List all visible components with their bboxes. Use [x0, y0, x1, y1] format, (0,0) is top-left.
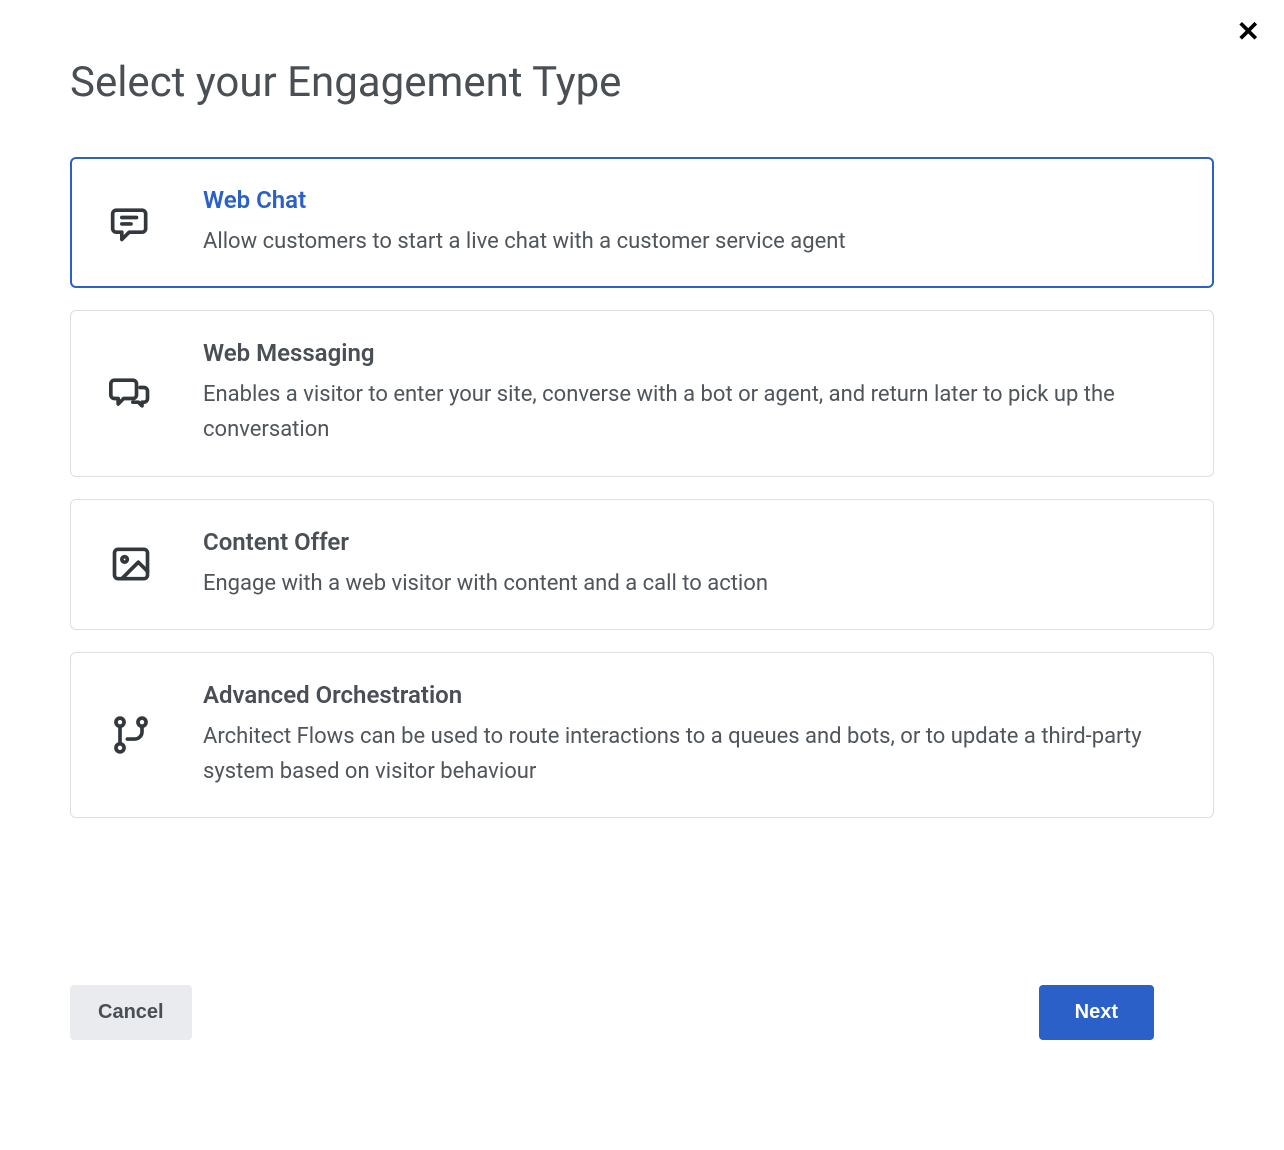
- messaging-icon: [107, 369, 155, 417]
- option-text: Web Messaging Enables a visitor to enter…: [203, 339, 1177, 447]
- option-title: Content Offer: [203, 528, 1177, 556]
- option-web-chat[interactable]: Web Chat Allow customers to start a live…: [70, 157, 1214, 288]
- option-text: Content Offer Engage with a web visitor …: [203, 528, 1177, 601]
- option-title: Web Chat: [203, 186, 1177, 214]
- dialog-container: Select your Engagement Type Web Chat All…: [0, 0, 1284, 858]
- chat-icon: [107, 199, 155, 247]
- option-description: Architect Flows can be used to route int…: [203, 719, 1177, 789]
- option-advanced-orchestration[interactable]: Advanced Orchestration Architect Flows c…: [70, 652, 1214, 818]
- next-button[interactable]: Next: [1039, 985, 1154, 1040]
- option-title: Advanced Orchestration: [203, 681, 1177, 709]
- option-content-offer[interactable]: Content Offer Engage with a web visitor …: [70, 499, 1214, 630]
- image-icon: [107, 540, 155, 588]
- close-icon: ✕: [1237, 16, 1260, 47]
- option-text: Web Chat Allow customers to start a live…: [203, 186, 1177, 259]
- option-title: Web Messaging: [203, 339, 1177, 367]
- cancel-button[interactable]: Cancel: [70, 985, 192, 1040]
- option-description: Engage with a web visitor with content a…: [203, 566, 1177, 601]
- close-button[interactable]: ✕: [1233, 14, 1264, 50]
- option-description: Allow customers to start a live chat wit…: [203, 224, 1177, 259]
- dialog-footer: Cancel Next: [70, 985, 1154, 1040]
- option-web-messaging[interactable]: Web Messaging Enables a visitor to enter…: [70, 310, 1214, 476]
- option-text: Advanced Orchestration Architect Flows c…: [203, 681, 1177, 789]
- branch-icon: [107, 711, 155, 759]
- page-title: Select your Engagement Type: [70, 58, 1214, 107]
- option-description: Enables a visitor to enter your site, co…: [203, 377, 1177, 447]
- options-list: Web Chat Allow customers to start a live…: [70, 157, 1214, 818]
